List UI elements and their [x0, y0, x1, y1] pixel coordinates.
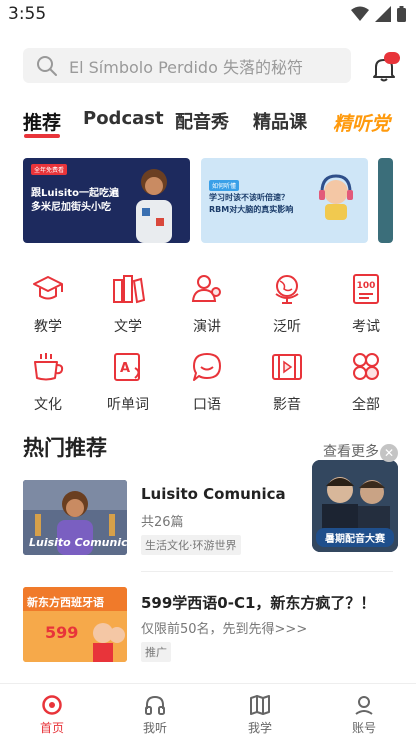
search-icon	[37, 55, 57, 76]
banner-tag: 如何听懂	[209, 180, 240, 191]
banner-luisito[interactable]: 全年免费看 跟Luisito一起吃遍 多米尼加街头小吃	[23, 158, 190, 243]
nav-account[interactable]: 账号	[334, 694, 394, 736]
nav-label: 我学	[247, 721, 272, 735]
coffee-cup-icon	[34, 353, 64, 381]
battery-icon	[397, 6, 406, 22]
floating-ad-label: 暑期配音大赛	[316, 528, 394, 547]
banner-peek[interactable]	[378, 158, 393, 243]
wifi-icon	[351, 6, 369, 21]
banner-listening-speed[interactable]: 如何听懂 学习时该不该听倍速？ RBM对大脑的真实影响	[201, 158, 368, 243]
svg-text:A: A	[120, 361, 130, 376]
search-bar[interactable]: El Símbolo Perdido 失落的秘符	[23, 48, 351, 83]
item-title[interactable]: Luisito Comunica	[141, 485, 286, 503]
banner-headphones-illustration	[319, 174, 353, 220]
nav-label: 我听	[142, 721, 167, 735]
close-ad-button[interactable]: ✕	[380, 444, 398, 462]
banner-tag: 全年免费看	[31, 164, 68, 175]
nav-listen[interactable]: 我听	[125, 694, 185, 736]
item-title[interactable]: 599学西语0-C1，新东方疯了？！	[141, 592, 375, 613]
category-label: 文化	[34, 397, 62, 413]
section-title-hot: 热门推荐	[23, 436, 107, 460]
bottom-navigation: 首页 我听 我学 账号	[0, 683, 416, 739]
books-icon	[113, 275, 145, 304]
category-label: 泛听	[273, 319, 301, 335]
category-label: 考试	[352, 319, 380, 335]
notification-button[interactable]	[370, 52, 400, 82]
category-label: 演讲	[193, 319, 221, 335]
speaker-icon	[191, 275, 221, 302]
account-icon	[355, 696, 373, 715]
status-time: 3:55	[8, 4, 47, 24]
category-label: 影音	[273, 397, 301, 413]
home-icon	[42, 695, 62, 715]
category-speaking[interactable]: 口语	[177, 350, 237, 414]
category-speech[interactable]: 演讲	[177, 272, 237, 336]
category-exam[interactable]: 100 考试	[336, 272, 396, 336]
category-label: 文学	[114, 319, 142, 335]
nav-label: 账号	[351, 721, 376, 735]
category-words[interactable]: A 听单词	[98, 350, 158, 414]
category-culture[interactable]: 文化	[18, 350, 78, 414]
nav-label: 首页	[39, 721, 64, 735]
category-label: 听单词	[107, 397, 149, 413]
category-teaching[interactable]: 教学	[18, 272, 78, 336]
chat-bubble-icon	[193, 353, 221, 381]
nav-home[interactable]: 首页	[22, 694, 82, 736]
nav-learn[interactable]: 我学	[230, 694, 290, 736]
category-all[interactable]: 全部	[336, 350, 396, 414]
headphones-icon	[145, 695, 165, 715]
book-icon	[250, 695, 270, 715]
grid-all-icon	[353, 353, 379, 380]
thumbnail-price: 599	[45, 623, 79, 642]
banner-title-line2: RBM对大脑的真实影响	[209, 205, 294, 214]
tab-premium-course[interactable]: 精品课	[253, 108, 307, 134]
item-subtitle: 仅限前50名，先到先得>>>	[141, 622, 308, 637]
globe-icon	[275, 275, 299, 304]
film-icon	[272, 354, 302, 380]
list-divider	[141, 571, 393, 572]
thumbnail-caption: Luisito Comunica	[29, 536, 127, 549]
status-bar: 3:55	[0, 0, 416, 30]
search-placeholder: El Símbolo Perdido 失落的秘符	[69, 57, 303, 77]
notification-badge	[384, 52, 400, 64]
floating-ad[interactable]: 暑期配音大赛 ✕	[312, 444, 398, 552]
category-label: 教学	[34, 319, 62, 335]
category-label: 口语	[193, 397, 221, 413]
signal-icon	[375, 6, 391, 22]
thumbnail-caption: 新东方西班牙语	[27, 596, 104, 609]
tab-recommend[interactable]: 推荐	[23, 108, 61, 135]
banner-title-line1: 跟Luisito一起吃遍	[31, 188, 119, 199]
tab-intensive-listening[interactable]: 精听党	[333, 109, 390, 136]
banner-title-line2: 多米尼加街头小吃	[31, 202, 111, 213]
ad-tag: 推广	[141, 642, 171, 662]
exam-100-icon: 100	[353, 274, 379, 304]
tab-podcast[interactable]: Podcast	[83, 108, 164, 129]
item-thumbnail-luisito[interactable]: Luisito Comunica	[23, 480, 127, 555]
active-tab-indicator	[24, 134, 60, 138]
category-media[interactable]: 影音	[257, 350, 317, 414]
view-more-link[interactable]: 查看更多	[323, 441, 379, 461]
category-extensive-listening[interactable]: 泛听	[257, 272, 317, 336]
item-thumbnail-ad[interactable]: 新东方西班牙语 599	[23, 587, 127, 662]
item-tag: 生活文化·环游世界	[141, 535, 241, 555]
graduation-cap-icon	[33, 276, 63, 300]
category-literature[interactable]: 文学	[98, 272, 158, 336]
status-icons	[351, 6, 406, 22]
banner-person-image	[136, 169, 172, 243]
tab-dubbing[interactable]: 配音秀	[175, 108, 229, 134]
word-card-icon: A	[114, 353, 140, 381]
svg-text:100: 100	[357, 281, 376, 291]
item-subtitle: 共26篇	[141, 515, 184, 530]
banner-title-line1: 学习时该不该听倍速？	[209, 193, 289, 202]
category-label: 全部	[352, 397, 380, 413]
